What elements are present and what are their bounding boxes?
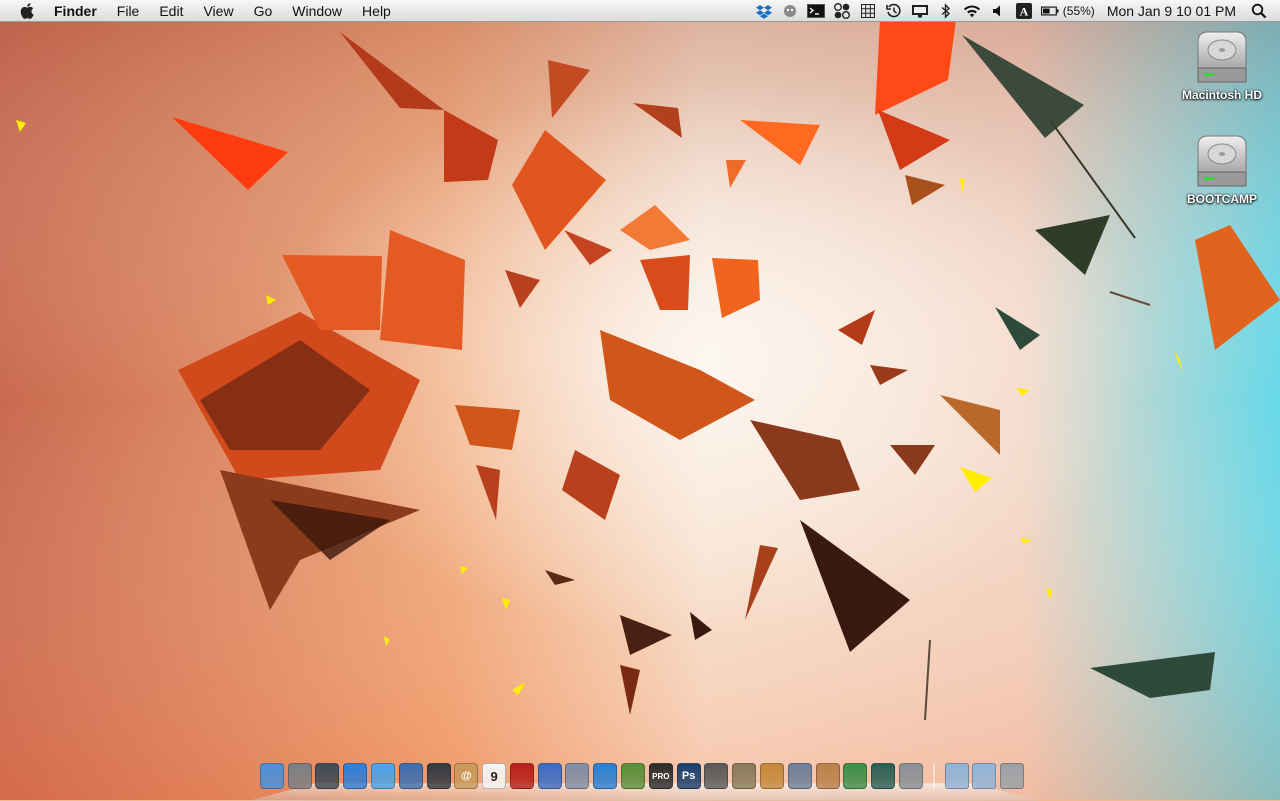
desktop-wallpaper xyxy=(0,0,1280,800)
script-editor-icon[interactable] xyxy=(787,763,812,789)
downloads-folder-icon[interactable] xyxy=(972,763,997,789)
dock: @9 PRO Ps xyxy=(248,757,1040,801)
grid-icon[interactable] xyxy=(859,3,877,19)
mission-control-icon[interactable] xyxy=(315,763,340,789)
itunes-icon[interactable] xyxy=(593,763,618,789)
menu-meters-icon[interactable] xyxy=(833,2,851,19)
xcode-icon[interactable] xyxy=(537,763,562,789)
menu-edit[interactable]: Edit xyxy=(149,0,193,22)
menu-window[interactable]: Window xyxy=(282,0,352,22)
desktop-icon-macintosh-hd[interactable]: Macintosh HD xyxy=(1172,28,1272,102)
photo-booth-icon[interactable] xyxy=(509,763,534,789)
wifi-icon[interactable] xyxy=(963,3,981,19)
menu-go[interactable]: Go xyxy=(244,0,283,22)
launchpad-icon[interactable] xyxy=(287,763,312,789)
ical-icon[interactable]: 9 xyxy=(482,763,507,789)
menu-help[interactable]: Help xyxy=(352,0,401,22)
bluetooth-icon[interactable] xyxy=(937,2,955,19)
terminal-icon[interactable] xyxy=(806,3,825,19)
battery-percentage: (55%) xyxy=(1062,3,1095,18)
system-preferences-icon[interactable] xyxy=(898,763,923,789)
hard-drive-icon xyxy=(1197,31,1247,83)
desktop-icon-label: BOOTCAMP xyxy=(1187,192,1257,206)
garageband-icon[interactable] xyxy=(759,763,784,789)
desktop-icon-bootcamp[interactable]: BOOTCAMP xyxy=(1172,132,1272,206)
photoshop-icon[interactable]: Ps xyxy=(676,763,701,789)
input-source-letter: A xyxy=(1019,4,1028,18)
dock-separator xyxy=(932,763,935,789)
battery-icon[interactable] xyxy=(1040,3,1059,19)
iphoto-icon[interactable] xyxy=(565,763,590,789)
menu-file[interactable]: File xyxy=(107,0,150,22)
final-cut-pro-icon[interactable]: PRO xyxy=(648,763,673,789)
gimp-icon[interactable] xyxy=(732,763,757,789)
time-machine-icon[interactable] xyxy=(885,3,903,19)
apple-menu-icon[interactable] xyxy=(18,1,38,21)
menu-bar-extras: A (55%) Mon Jan 9 10 01 PM xyxy=(751,0,1280,22)
trash-icon[interactable] xyxy=(1000,763,1025,789)
volume-icon[interactable] xyxy=(989,3,1007,19)
numbers-icon[interactable] xyxy=(843,763,868,789)
display-icon[interactable] xyxy=(911,3,929,19)
dropbox-icon[interactable] xyxy=(755,3,773,19)
growl-icon[interactable] xyxy=(781,3,799,19)
menu-bar-clock[interactable]: Mon Jan 9 10 01 PM xyxy=(1107,3,1236,19)
menu-finder[interactable]: Finder xyxy=(54,0,107,22)
desktop-icon-label: Macintosh HD xyxy=(1181,88,1262,102)
address-book-icon[interactable]: @ xyxy=(454,763,479,789)
hard-drive-icon xyxy=(1197,135,1247,187)
menu-bar-left: Finder File Edit View Go Window Help xyxy=(0,0,401,22)
facetime-icon[interactable] xyxy=(426,763,451,789)
app-store-icon[interactable] xyxy=(343,763,368,789)
minecraft-icon[interactable] xyxy=(621,763,646,789)
aperture-icon[interactable] xyxy=(704,763,729,789)
input-source-icon[interactable]: A xyxy=(1015,2,1033,19)
applications-folder-icon[interactable] xyxy=(944,763,969,789)
finder-icon[interactable] xyxy=(259,763,284,789)
preview-icon[interactable] xyxy=(398,763,423,789)
menu-view[interactable]: View xyxy=(193,0,243,22)
safari-icon[interactable] xyxy=(371,763,396,789)
time-machine-app-icon[interactable] xyxy=(871,763,896,789)
dock-items: @9 PRO Ps xyxy=(258,763,1026,789)
spotlight-icon[interactable] xyxy=(1250,3,1268,19)
keynote-icon[interactable] xyxy=(815,763,840,789)
menu-bar: Finder File Edit View Go Window Help A (… xyxy=(0,0,1280,22)
